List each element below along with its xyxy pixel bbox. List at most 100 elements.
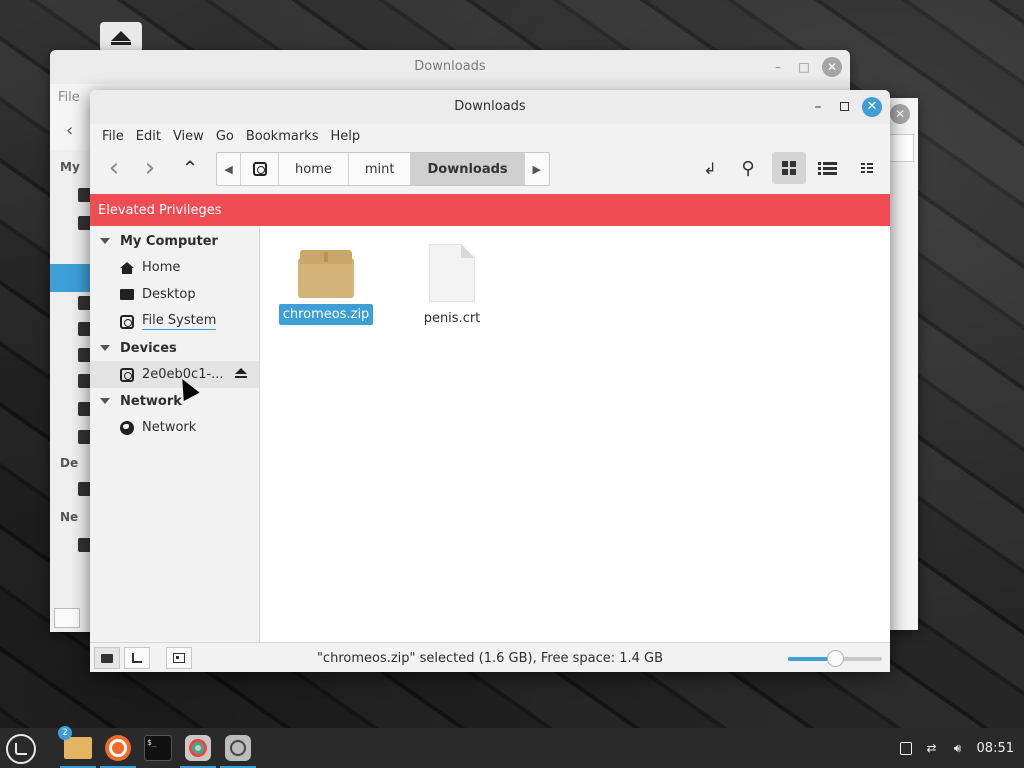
background-sidebar: My De Ne bbox=[50, 150, 92, 632]
chevron-down-icon bbox=[100, 398, 110, 404]
breadcrumb: ◀ home mint Downloads ▶ bbox=[216, 152, 550, 186]
clock[interactable]: 08:51 bbox=[977, 741, 1014, 756]
menubar: File Edit View Go Bookmarks Help bbox=[90, 124, 890, 148]
close-button[interactable]: ✕ bbox=[862, 97, 882, 117]
file-label: chromeos.zip bbox=[278, 304, 374, 325]
globe-icon bbox=[120, 420, 134, 435]
background-2-close-button[interactable]: ✕ bbox=[890, 104, 910, 124]
sidebar-section-network[interactable]: Network bbox=[90, 388, 259, 414]
taskbar-chromium-button[interactable] bbox=[180, 732, 216, 768]
back-button[interactable]: ‹ bbox=[98, 152, 130, 184]
network-disconnected-icon[interactable]: ⇄ bbox=[925, 741, 939, 755]
chromium-icon bbox=[185, 735, 211, 761]
mint-logo-icon bbox=[15, 743, 27, 755]
path-scroll-left-button[interactable]: ◀ bbox=[217, 153, 241, 185]
compact-view-icon bbox=[861, 163, 873, 173]
list-view-icon bbox=[817, 161, 837, 175]
sidebar-item-file-system[interactable]: File System bbox=[90, 308, 259, 335]
statusbar: "chromeos.zip" selected (1.6 GB), Free s… bbox=[90, 642, 890, 672]
file-item-chromeos-zip[interactable]: chromeos.zip bbox=[278, 248, 374, 325]
crumb-mint[interactable]: mint bbox=[349, 153, 412, 185]
maximize-icon bbox=[839, 102, 849, 111]
file-item-penis-crt[interactable]: penis.crt bbox=[407, 244, 497, 329]
content-area: My Computer Home Desktop File System Dev… bbox=[90, 226, 890, 642]
maximize-button[interactable] bbox=[834, 97, 854, 117]
minimize-button[interactable]: – bbox=[808, 97, 828, 117]
icon-view-button[interactable] bbox=[772, 152, 806, 184]
background-selected-item bbox=[50, 264, 90, 292]
sidebar-item-label: File System bbox=[142, 313, 217, 330]
drive-icon bbox=[252, 162, 267, 176]
desktop-eject-icon[interactable] bbox=[100, 22, 142, 52]
zoom-slider[interactable] bbox=[788, 650, 882, 667]
path-scroll-right-button[interactable]: ▶ bbox=[525, 153, 549, 185]
taskbar-files-button[interactable]: 2 bbox=[58, 726, 96, 768]
background-sidebar-head-1: De bbox=[60, 456, 79, 470]
path-root-button[interactable] bbox=[241, 153, 279, 185]
taskbar-terminal-button[interactable]: $_ bbox=[142, 732, 174, 764]
sidebar-item-label: Network bbox=[142, 420, 197, 435]
window-title: Downloads bbox=[454, 99, 526, 114]
list-view-button[interactable] bbox=[810, 152, 844, 184]
menu-view[interactable]: View bbox=[167, 129, 210, 144]
sidebar-item-label: Home bbox=[142, 260, 181, 275]
up-button[interactable]: ⌃ bbox=[174, 152, 206, 184]
menu-edit[interactable]: Edit bbox=[130, 129, 167, 144]
background-minimize-button[interactable]: – bbox=[770, 59, 786, 75]
background-sidebar-head-0: My bbox=[60, 160, 80, 174]
crumb-home[interactable]: home bbox=[279, 153, 349, 185]
taskbar-firefox-button[interactable] bbox=[100, 732, 136, 768]
folder-icon bbox=[64, 737, 92, 759]
titlebar[interactable]: Downloads – ✕ bbox=[90, 90, 890, 124]
terminal-icon: $_ bbox=[144, 735, 172, 761]
taskbar: 2 $_ ⇄ 🔊︎ 08:51 bbox=[0, 726, 1024, 768]
menu-start-button[interactable] bbox=[6, 734, 36, 764]
background-back-icon[interactable]: ‹ bbox=[66, 120, 73, 141]
file-view[interactable]: chromeos.zip penis.crt bbox=[260, 226, 890, 642]
crumb-downloads[interactable]: Downloads bbox=[411, 153, 525, 185]
status-text: "chromeos.zip" selected (1.6 GB), Free s… bbox=[316, 651, 664, 666]
menu-help[interactable]: Help bbox=[324, 129, 366, 144]
file-manager-window[interactable]: Downloads – ✕ File Edit View Go Bookmark… bbox=[90, 90, 890, 672]
compact-view-button[interactable] bbox=[850, 152, 884, 184]
file-label: penis.crt bbox=[423, 311, 481, 326]
background-places-button[interactable] bbox=[54, 608, 80, 628]
sidebar-item-home[interactable]: Home bbox=[90, 254, 259, 281]
background-maximize-button[interactable]: □ bbox=[796, 59, 812, 75]
sidebar: My Computer Home Desktop File System Dev… bbox=[90, 226, 260, 642]
elevated-privileges-banner: Elevated Privileges bbox=[90, 194, 890, 226]
disk-icon bbox=[225, 735, 251, 761]
eject-tray-icon[interactable] bbox=[899, 741, 913, 755]
background-titlebar[interactable]: Downloads – □ ✕ bbox=[50, 50, 850, 84]
sidebar-item-desktop[interactable]: Desktop bbox=[90, 281, 259, 308]
window-count-badge: 2 bbox=[58, 726, 72, 740]
sidebar-section-label: My Computer bbox=[120, 233, 218, 249]
eject-icon[interactable] bbox=[235, 368, 247, 378]
search-button[interactable]: ⚲ bbox=[732, 152, 764, 184]
menu-file[interactable]: File bbox=[96, 129, 130, 144]
archive-icon bbox=[298, 248, 354, 298]
document-icon bbox=[429, 244, 475, 302]
drive-icon bbox=[120, 367, 134, 382]
background-sidebar-head-2: Ne bbox=[60, 510, 79, 524]
sidebar-section-my-computer[interactable]: My Computer bbox=[90, 228, 259, 254]
zoom-slider-knob[interactable] bbox=[827, 650, 844, 667]
system-tray: ⇄ 🔊︎ 08:51 bbox=[899, 728, 1014, 768]
menu-bookmarks[interactable]: Bookmarks bbox=[240, 129, 325, 144]
toggle-location-button[interactable]: ↲ bbox=[694, 152, 726, 184]
taskbar-disks-button[interactable] bbox=[220, 732, 256, 768]
sidebar-section-label: Devices bbox=[120, 340, 177, 356]
chevron-down-icon bbox=[100, 238, 110, 244]
volume-icon[interactable]: 🔊︎ bbox=[951, 741, 965, 755]
background-close-button[interactable]: ✕ bbox=[822, 57, 842, 77]
firefox-icon bbox=[105, 735, 131, 761]
chevron-down-icon bbox=[100, 345, 110, 351]
forward-button[interactable]: › bbox=[134, 152, 166, 184]
icon-view-icon bbox=[782, 161, 796, 175]
background-menu-file[interactable]: File bbox=[58, 90, 80, 105]
sidebar-section-devices[interactable]: Devices bbox=[90, 335, 259, 361]
sidebar-item-network[interactable]: Network bbox=[90, 414, 259, 441]
toolbar: ‹ › ⌃ ◀ home mint Downloads ▶ ↲ ⚲ bbox=[90, 148, 890, 192]
sidebar-section-label: Network bbox=[120, 393, 182, 409]
menu-go[interactable]: Go bbox=[210, 129, 240, 144]
